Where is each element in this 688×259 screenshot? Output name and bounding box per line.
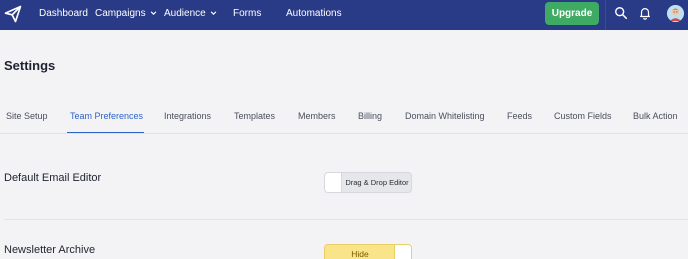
newsletter-archive-label: Newsletter Archive [4,244,96,256]
nav-automations[interactable]: Automations [286,8,342,20]
search-icon[interactable] [614,6,628,20]
tab-integrations[interactable]: Integrations [164,111,211,121]
newsletter-archive-toggle[interactable]: Hide [324,244,412,259]
nav-campaigns-label: Campaigns [95,8,146,19]
tab-members[interactable]: Members [298,111,336,121]
tab-billing[interactable]: Billing [358,111,382,121]
default-email-editor-toggle[interactable]: Drag & Drop Editor [324,172,412,193]
default-email-editor-label: Default Email Editor [4,172,102,184]
toggle-value: Hide [351,249,369,259]
tab-team-preferences[interactable]: Team Preferences [70,111,143,121]
tab-site-setup[interactable]: Site Setup [6,111,48,121]
tabs-divider [0,133,688,134]
nav-audience-label: Audience [164,8,206,19]
tab-templates[interactable]: Templates [234,111,275,121]
page-title: Settings [4,58,56,73]
settings-tabs: Site Setup Team Preferences Integrations… [0,109,688,134]
nav-forms[interactable]: Forms [233,8,261,20]
tab-bulk-action[interactable]: Bulk Action [633,111,678,121]
nav-campaigns[interactable]: Campaigns [95,8,158,20]
nav-forms-label: Forms [233,8,262,19]
toggle-value: Drag & Drop Editor [345,178,409,187]
tab-feeds[interactable]: Feeds [507,111,532,121]
chevron-down-icon [150,11,156,15]
avatar[interactable] [667,5,684,22]
nav-dashboard-label: Dashboard [39,8,88,19]
nav-audience[interactable]: Audience [164,8,218,20]
nav-divider [605,0,606,30]
avatar-person-icon [667,5,684,22]
bell-icon[interactable] [638,6,652,20]
paper-plane-logo-icon[interactable] [3,4,23,24]
nav-automations-label: Automations [286,8,342,19]
toggle-knob [325,173,342,192]
nav-dashboard[interactable]: Dashboard [39,8,88,20]
upgrade-button[interactable]: Upgrade [545,2,599,25]
top-navbar: Dashboard Campaigns Audience Forms Autom… [0,0,688,30]
settings-row-divider [4,219,688,220]
tab-custom-fields[interactable]: Custom Fields [554,111,612,121]
chevron-down-icon [210,11,216,15]
tab-domain-whitelisting[interactable]: Domain Whitelisting [405,111,485,121]
toggle-knob [394,245,411,259]
